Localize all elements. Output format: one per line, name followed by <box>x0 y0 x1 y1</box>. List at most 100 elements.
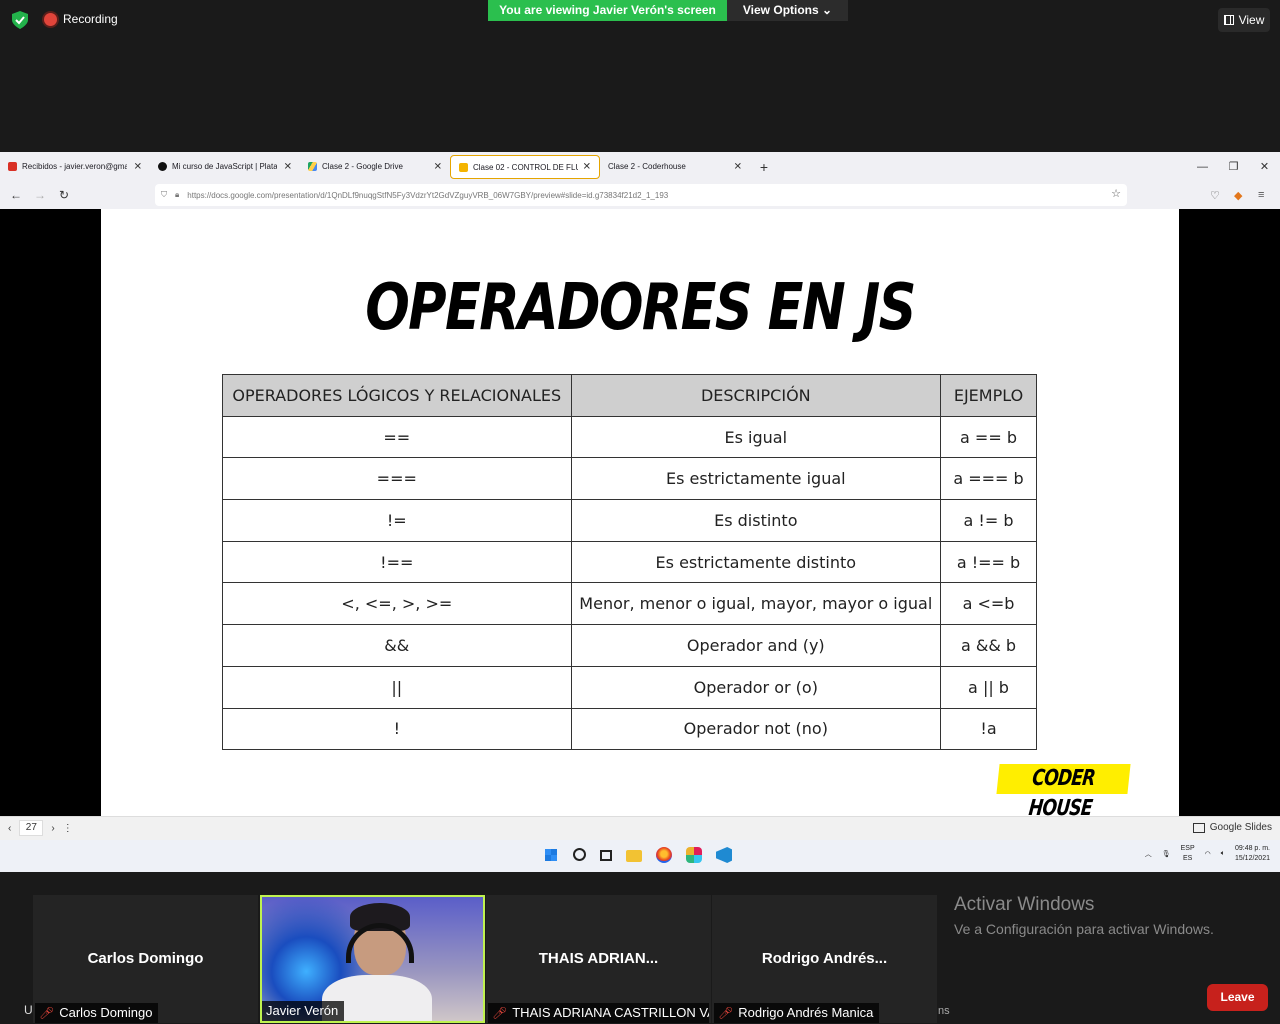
description-cell: Operador and (y) <box>570 624 942 667</box>
menu-icon[interactable]: ≡ <box>1258 181 1264 209</box>
pocket-icon[interactable]: ♡ <box>1210 181 1220 209</box>
table-row: || Operador or (o) a || b <box>222 665 1037 709</box>
view-button[interactable]: View <box>1218 8 1270 32</box>
volume-icon[interactable]: 🔈︎ <box>1221 850 1225 858</box>
example-cell: !a <box>940 707 1037 751</box>
close-tab-icon[interactable]: ✕ <box>284 161 292 172</box>
participant-tile[interactable]: Carlos Domingo 🎤︎ Carlos Domingo <box>33 895 258 1023</box>
close-tab-icon[interactable]: ✕ <box>134 161 142 172</box>
description-cell: Menor, menor o igual, mayor, mayor o igu… <box>570 582 942 626</box>
example-cell: a <=b <box>940 582 1037 626</box>
task-view-icon[interactable] <box>600 850 612 861</box>
participant-name-tag: Javier Verón <box>262 1001 345 1021</box>
back-arrow-icon[interactable]: ← <box>4 188 28 202</box>
new-tab-button[interactable]: + <box>750 152 778 181</box>
participant-name: Carlos Domingo <box>87 950 204 967</box>
forward-arrow-icon[interactable]: → <box>28 188 52 202</box>
coderhouse-logo: CODER HOUSE <box>996 764 1131 821</box>
description-cell: Es estrictamente distinto <box>570 540 942 584</box>
name-tag-text: Carlos Domingo <box>59 1005 153 1020</box>
next-slide-icon[interactable]: › <box>51 823 54 834</box>
table-row: && Operador and (y) a && b <box>222 624 1037 667</box>
table-row: === Es estrictamente igual a === b <box>222 457 1037 501</box>
firefox-icon[interactable] <box>656 847 672 863</box>
participant-name: THAIS ADRIAN... <box>538 950 659 967</box>
operator-cell: != <box>222 499 572 542</box>
clock[interactable]: 09:48 p. m. 15/12/2021 <box>1235 844 1270 864</box>
description-cell: Operador not (no) <box>570 707 942 751</box>
description-cell: Operador or (o) <box>570 665 942 709</box>
address-bar[interactable]: ⛉ 🔒︎ https://docs.google.com/presentatio… <box>155 184 1127 206</box>
tab-coderhouse-course[interactable]: Mi curso de JavaScript | Platafo ✕ <box>150 152 300 181</box>
metamask-icon[interactable]: ◆ <box>1234 181 1242 209</box>
record-icon <box>44 12 57 26</box>
reload-icon[interactable]: ↻ <box>52 188 76 202</box>
operator-cell: ! <box>222 707 572 751</box>
participant-video-tile[interactable]: Javier Verón <box>260 895 485 1023</box>
close-tab-icon[interactable]: ✕ <box>583 162 591 173</box>
operator-cell: || <box>222 665 572 709</box>
description-cell: Es estrictamente igual <box>570 457 942 501</box>
microphone-icon[interactable]: 🎙︎ <box>1162 850 1171 858</box>
leave-button[interactable]: Leave <box>1207 984 1268 1011</box>
truncated-text-right: ns <box>938 1005 950 1017</box>
column-header: EJEMPLO <box>940 374 1037 417</box>
wifi-icon[interactable]: ◠ <box>1205 850 1211 858</box>
slides-logo-icon <box>1192 822 1205 833</box>
operator-cell: === <box>222 457 572 501</box>
slack-icon[interactable] <box>686 847 702 863</box>
tab-gmail[interactable]: Recibidos - javier.veron@gmail ✕ <box>0 152 150 181</box>
windows-start-icon[interactable] <box>543 847 559 863</box>
slides-controls-bar: ‹ 27 › ⋮ Google Slides <box>0 816 1280 840</box>
screen: Recording You are viewing Javier Verón's… <box>0 0 1280 1024</box>
participant-tile[interactable]: Rodrigo Andrés... 🎤︎ Rodrigo Andrés Mani… <box>712 895 937 1023</box>
keyboard-code: ES <box>1182 855 1193 862</box>
column-header: DESCRIPCIÓN <box>570 374 942 417</box>
previous-slide-icon[interactable]: ‹ <box>8 823 11 834</box>
gmail-icon <box>8 162 17 171</box>
search-icon[interactable] <box>573 848 586 861</box>
language-indicator[interactable]: ESP ES <box>1181 844 1195 864</box>
slide-number[interactable]: 27 <box>19 820 44 836</box>
chevron-down-icon: ⌄ <box>822 3 833 17</box>
table-row: <, <=, >, >= Menor, menor o igual, mayor,… <box>222 582 1037 626</box>
vscode-icon[interactable] <box>716 847 732 863</box>
taskbar-apps <box>543 847 732 863</box>
example-cell: a !== b <box>940 540 1037 584</box>
participant-name-tag: 🎤︎ Rodrigo Andrés Manica <box>714 1003 880 1023</box>
truncated-text-left: U <box>24 1003 33 1017</box>
security-shield-icon[interactable] <box>12 11 28 29</box>
tab-title: Clase 2 - Google Drive <box>322 162 403 171</box>
minimize-icon[interactable]: — <box>1187 152 1218 181</box>
table-row: != Es distinto a != b <box>222 499 1037 542</box>
file-explorer-icon[interactable] <box>626 850 642 862</box>
bookmark-star-icon[interactable]: ☆ <box>1111 187 1121 200</box>
table-row: == Es igual a == b <box>222 415 1037 459</box>
tab-coderhouse-class[interactable]: Clase 2 - Coderhouse ✕ <box>600 152 750 181</box>
google-slides-label: Google Slides <box>1209 822 1272 833</box>
windows-taskbar: ︿ 🎙︎ ESP ES ◠ 🔈︎ 09:48 p. m. 15/12/2021 <box>0 840 1280 872</box>
tab-google-slides[interactable]: Clase 02 - CONTROL DE FLUJO ✕ <box>450 155 600 179</box>
recording-indicator[interactable]: Recording <box>44 12 118 26</box>
view-button-label: View <box>1238 13 1265 27</box>
close-window-icon[interactable]: ✕ <box>1249 152 1280 181</box>
grid-view-icon <box>1223 15 1234 25</box>
system-tray: ︿ 🎙︎ ESP ES ◠ 🔈︎ 09:48 p. m. 15/12/2021 <box>1145 844 1270 864</box>
activation-title: Activar Windows <box>954 894 1095 915</box>
tracking-shield-icon[interactable]: ⛉ <box>161 190 167 200</box>
table-header-row: OPERADORES LÓGICOS Y RELACIONALES DESCRI… <box>222 374 1037 417</box>
close-tab-icon[interactable]: ✕ <box>734 161 742 172</box>
lock-icon[interactable]: 🔒︎ <box>175 190 179 200</box>
tab-title: Clase 02 - CONTROL DE FLUJO <box>473 162 578 172</box>
chevron-up-icon[interactable]: ︿ <box>1145 849 1152 859</box>
operator-cell: && <box>222 624 572 667</box>
activation-subtitle: Ve a Configuración para activar Windows. <box>954 921 1214 937</box>
google-slides-link[interactable]: Google Slides <box>1192 822 1272 833</box>
close-tab-icon[interactable]: ✕ <box>434 161 442 172</box>
participant-tile[interactable]: THAIS ADRIAN... 🎤︎ THAIS ADRIANA CASTRIL… <box>486 895 711 1023</box>
restore-icon[interactable]: ❐ <box>1218 152 1249 181</box>
tab-google-drive[interactable]: Clase 2 - Google Drive ✕ <box>300 152 450 181</box>
participant-name-tag: 🎤︎ THAIS ADRIANA CASTRILLON VA... <box>488 1003 709 1023</box>
view-options-button[interactable]: View Options ⌄ <box>727 0 848 21</box>
more-options-icon[interactable]: ⋮ <box>63 823 73 834</box>
